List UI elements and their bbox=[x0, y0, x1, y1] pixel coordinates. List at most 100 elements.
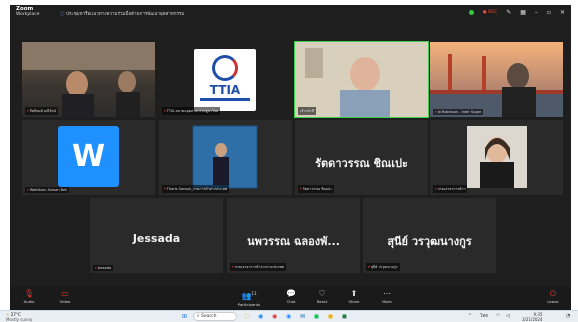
participant-name: ▾Jo Robinson - Inter Sugar bbox=[433, 109, 484, 115]
taskbar-app-excel[interactable]: ◼ bbox=[342, 312, 347, 321]
rec-indicator[interactable]: ● REC bbox=[483, 10, 497, 15]
chat-label: Chat bbox=[286, 299, 296, 304]
participants-icon: 👥11 bbox=[241, 291, 257, 301]
start-button[interactable]: ⊞ bbox=[182, 312, 187, 321]
participant-name-text: Jo Robinson - Inter Sugar bbox=[437, 110, 482, 114]
video-tile-6[interactable]: ▾Tharis Sansuk_กรมการค้าต่างประเทศ bbox=[159, 120, 292, 195]
mic-muted-icon: ▾ bbox=[164, 187, 166, 191]
chat-icon: 💬 bbox=[286, 289, 296, 298]
participant-name: เจ้าหน้าที่ bbox=[298, 107, 317, 115]
participants-button[interactable]: 👥11 Participants bbox=[232, 289, 266, 307]
minimize-icon[interactable]: – bbox=[535, 9, 538, 16]
restore-icon[interactable]: ▫ bbox=[547, 9, 551, 16]
participant-name-text: Wattikorn Sresan Bell bbox=[29, 188, 68, 192]
taskbar-app-browser[interactable]: ◉ bbox=[258, 312, 263, 321]
video-tile-2[interactable]: TTIA ▾TTIA สมาคมอุตสาหกรรมทูน่าไทย bbox=[159, 42, 292, 117]
leave-button[interactable]: ⏻ Leave bbox=[538, 289, 568, 304]
participant-name-text: เจ้าหน้าที่ bbox=[300, 109, 315, 113]
title-bar: Zoom Workplace ⓘ ประชุมหารือแนวทางความร่… bbox=[10, 5, 571, 21]
participant-name-text: รัตดาวรรณ ชิณเปะ bbox=[302, 187, 333, 191]
weather-desc: Mostly sunny bbox=[6, 317, 33, 322]
participant-display-name: Jessada bbox=[132, 231, 181, 245]
taskbar-app-chrome[interactable]: ◉ bbox=[272, 312, 277, 321]
view-icon[interactable]: ▦ bbox=[520, 9, 526, 16]
participant-name-text: กรมเจรจาการค้าฯ bbox=[437, 187, 466, 191]
mic-muted-icon: ▾ bbox=[435, 187, 437, 191]
participant-name-text: Tharis Sansuk_กรมการค้าต่างประเทศ bbox=[166, 187, 228, 191]
participant-name: ▾Jessada bbox=[93, 265, 114, 271]
participant-video bbox=[22, 42, 155, 117]
chat-button[interactable]: 💬 Chat bbox=[276, 289, 306, 304]
taskbar-app-folder[interactable]: ◼ bbox=[328, 312, 333, 321]
logo-wordmark: TTIA bbox=[209, 83, 241, 97]
participant-display-name: รัตดาวรรณ ชิณเปะ bbox=[315, 156, 408, 170]
mic-muted-icon: ▾ bbox=[27, 109, 29, 113]
wifi-icon[interactable]: ◠ bbox=[496, 312, 500, 321]
participants-label: Participants bbox=[237, 301, 261, 307]
audio-label: Audio bbox=[23, 299, 35, 304]
participant-name: ▾กรมเจรจาการค้าฯ bbox=[433, 185, 468, 193]
taskbar-app-zoom[interactable]: ◉ bbox=[286, 312, 291, 321]
notification-icon[interactable]: ◔ bbox=[566, 312, 570, 321]
more-label: More bbox=[382, 299, 392, 304]
taskbar-app-line[interactable]: ◼ bbox=[314, 312, 319, 321]
volume-icon[interactable]: ◁ bbox=[506, 312, 510, 321]
video-button[interactable]: ▭ Video bbox=[50, 289, 80, 304]
security-icon[interactable] bbox=[468, 10, 474, 15]
edit-icon[interactable]: ✎ bbox=[506, 9, 511, 16]
participant-name-text: Jessada bbox=[97, 266, 112, 270]
more-button[interactable]: ⋯ More bbox=[372, 289, 402, 304]
taskbar-search[interactable]: ⌕ Search bbox=[193, 312, 237, 321]
weather-widget[interactable]: ☀ 27°C Mostly sunny bbox=[6, 312, 32, 322]
share-label: Share bbox=[348, 299, 360, 304]
meeting-toolbar: 🎙 Audio ▭ Video 👥11 Participants 💬 Chat … bbox=[10, 286, 571, 310]
fish-logo-icon bbox=[212, 55, 238, 81]
close-icon[interactable]: ✕ bbox=[560, 9, 565, 16]
meeting-title-text: ประชุมหารือแนวทางความร่วมมือด้านการพัฒนา… bbox=[65, 12, 185, 17]
participant-name: ▾Wattikorn Sresan Bell bbox=[25, 187, 70, 193]
video-tile-4[interactable]: ▾Jo Robinson - Inter Sugar bbox=[430, 42, 563, 117]
title-controls: ● REC ✎ ▦ – ▫ ✕ bbox=[468, 9, 565, 16]
search-label: Search bbox=[200, 314, 217, 319]
mic-muted-icon: ▾ bbox=[164, 109, 166, 113]
name-tile-9[interactable]: Jessada ▾Jessada bbox=[90, 198, 223, 273]
participant-name: ▾รัตดาวรรณ ชิณเปะ bbox=[298, 185, 335, 193]
react-icon: ♡ bbox=[318, 289, 326, 298]
mic-muted-icon: ▾ bbox=[27, 188, 29, 192]
tray-chevron-icon[interactable]: ⌃ bbox=[468, 312, 472, 321]
audio-button[interactable]: 🎙 Audio bbox=[14, 289, 44, 304]
clock[interactable]: 9:35 3/21/2024 bbox=[522, 312, 543, 322]
mic-muted-icon: ▾ bbox=[95, 266, 97, 270]
participant-name: ▾Tharis Sansuk_กรมการค้าต่างประเทศ bbox=[162, 185, 230, 193]
video-tile-3[interactable]: เจ้าหน้าที่ bbox=[294, 41, 429, 118]
name-tile-7[interactable]: รัตดาวรรณ ชิณเปะ ▾รัตดาวรรณ ชิณเปะ bbox=[295, 120, 428, 195]
zoom-window: Zoom Workplace ⓘ ประชุมหารือแนวทางความร่… bbox=[10, 5, 571, 310]
leave-label: Leave bbox=[547, 299, 559, 304]
logo-subtext-bar bbox=[200, 98, 250, 101]
taskbar-app-files[interactable]: 🗀 bbox=[244, 312, 250, 321]
taskbar-app-mail[interactable]: ✉ bbox=[300, 312, 305, 321]
video-tile-5[interactable]: W ▾Wattikorn Sresan Bell bbox=[22, 120, 155, 195]
tray-lang[interactable]: ไทย bbox=[480, 312, 488, 321]
name-tile-11[interactable]: สุนีย์ วรวุฒนางกูร ▾สุนีย์ วรวุฒนางกูร bbox=[363, 198, 496, 273]
participant-video bbox=[159, 120, 292, 195]
zoom-brand: Zoom Workplace bbox=[16, 6, 40, 17]
mic-muted-icon: ▾ bbox=[368, 265, 370, 269]
participant-display-name: นพวรรณ ฉลองพั... bbox=[247, 234, 340, 248]
mic-muted-icon: ▾ bbox=[232, 265, 234, 269]
react-button[interactable]: ♡ React bbox=[307, 289, 337, 304]
ttia-logo: TTIA bbox=[194, 49, 256, 111]
participant-name-text: กิตติพงษ์ มณีรัตน์ bbox=[29, 109, 56, 113]
participant-name-text: TTIA สมาคมอุตสาหกรรมทูน่าไทย bbox=[166, 109, 219, 113]
participant-name: ▾กรมเจรจาการค้าระหว่างประเทศ bbox=[230, 263, 286, 271]
search-icon: ⌕ bbox=[197, 314, 200, 319]
video-tile-1[interactable]: ▾กิตติพงษ์ มณีรัตน์ bbox=[22, 42, 155, 117]
video-tile-8[interactable]: ▾กรมเจรจาการค้าฯ bbox=[430, 120, 563, 195]
share-button[interactable]: ⬆ Share bbox=[339, 289, 369, 304]
mic-muted-icon: 🎙 bbox=[23, 289, 35, 298]
name-tile-10[interactable]: นพวรรณ ฉลองพั... ▾กรมเจรจาการค้าระหว่างป… bbox=[227, 198, 360, 273]
more-icon: ⋯ bbox=[383, 289, 391, 298]
participant-video bbox=[430, 120, 563, 195]
rec-label: REC bbox=[488, 10, 498, 15]
participant-name: ▾สุนีย์ วรวุฒนางกูร bbox=[366, 263, 400, 271]
